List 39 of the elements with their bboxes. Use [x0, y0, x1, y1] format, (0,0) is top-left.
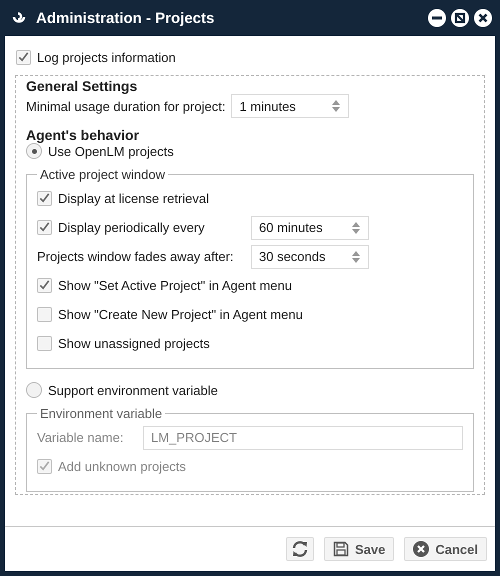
group-legend: Environment variable: [37, 406, 166, 421]
field-label: Minimal usage duration for project:: [26, 98, 226, 114]
section-heading: General Settings: [26, 78, 138, 94]
minimize-icon[interactable]: [428, 9, 446, 27]
section-heading: Agent's behavior: [26, 127, 140, 143]
checkbox-label: Display periodically every: [58, 220, 206, 235]
restore-icon[interactable]: [451, 9, 469, 27]
close-icon[interactable]: [474, 9, 492, 27]
spinner-arrows-icon[interactable]: [351, 248, 361, 264]
checkbox-label: Log projects information: [37, 50, 176, 65]
spinner-arrows-icon[interactable]: [331, 98, 342, 114]
field-label: Variable name:: [37, 430, 124, 445]
spinner-field[interactable]: 60 minutes: [251, 216, 369, 240]
cancel-button[interactable]: Cancel: [404, 537, 487, 561]
spinner-arrows-icon[interactable]: [351, 220, 361, 236]
spinner-field[interactable]: 30 seconds: [251, 244, 369, 268]
save-button[interactable]: Save: [324, 537, 394, 561]
spinner-field[interactable]: 1 minutes: [231, 94, 350, 118]
radio-button[interactable]: [26, 143, 42, 159]
checkbox[interactable]: [37, 278, 52, 293]
checkbox[interactable]: [16, 50, 31, 65]
radio-button[interactable]: [26, 382, 42, 398]
field-label: Projects window fades away after:: [37, 249, 235, 264]
checkbox[interactable]: [37, 191, 52, 206]
checkbox-label: Add unknown projects: [58, 459, 186, 474]
refresh-button[interactable]: [286, 537, 314, 561]
checkbox-label: Display at license retrieval: [58, 191, 210, 206]
radio-label: Use OpenLM projects: [48, 144, 174, 158]
checkbox-label: Show "Create New Project" in Agent menu: [58, 307, 303, 322]
checkbox[interactable]: [37, 220, 52, 235]
radio-label: Support environment variable: [48, 382, 218, 398]
checkbox[interactable]: [37, 336, 52, 351]
checkbox-label: Show "Set Active Project" in Agent menu: [58, 278, 292, 293]
checkbox[interactable]: [37, 307, 52, 322]
window-title: Administration - Projects: [36, 10, 216, 26]
group-legend: Active project window: [37, 167, 168, 182]
refresh-icon: [290, 540, 309, 558]
checkbox-label: Show unassigned projects: [58, 336, 210, 351]
cancel-icon: [413, 541, 430, 557]
